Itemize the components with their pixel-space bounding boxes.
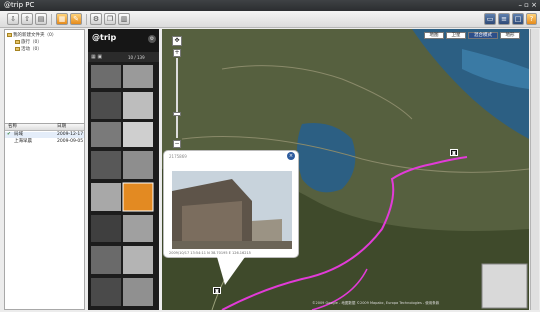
- zoom-out-button[interactable]: −: [173, 140, 181, 148]
- app-title: @trip PC: [4, 1, 35, 9]
- photo-counter: 10 / 139: [128, 55, 145, 60]
- thumbnail[interactable]: [123, 92, 153, 119]
- folder-icon: [15, 46, 20, 51]
- zoom-slider-handle[interactable]: [173, 112, 181, 116]
- thumbnail[interactable]: [123, 246, 153, 274]
- thumbnail[interactable]: [91, 151, 121, 179]
- thumbnail[interactable]: [91, 215, 121, 242]
- map-type-terrain[interactable]: 地形: [500, 32, 520, 39]
- toolbar: ⇩ ⇧ ▤ ▦ ✎ ⚙ ❐ ▥ ▭ ≡ □ ?: [0, 11, 540, 28]
- list-view-icon[interactable]: ≡: [498, 13, 510, 25]
- thumbnail-grid: [91, 65, 154, 306]
- grid-icon[interactable]: ▥: [118, 13, 130, 25]
- folder-tree: 我的新建文件夹（0） 旅行（0） 活动（0）: [5, 30, 84, 122]
- map-type-map[interactable]: 地图: [424, 32, 444, 39]
- trip-logo: @trip: [92, 33, 117, 42]
- view-grid-icon[interactable]: ▦ ▣: [91, 54, 102, 60]
- map-type-hybrid[interactable]: 混合模式: [468, 32, 498, 39]
- window-controls[interactable]: – ▫ ×: [518, 0, 537, 11]
- close-icon[interactable]: ×: [287, 152, 295, 160]
- thumbnail[interactable]: [123, 151, 153, 179]
- check-icon: ✔: [7, 132, 11, 137]
- list-row[interactable]: 上海早晨 2009-09-05: [5, 139, 84, 145]
- thumbnail[interactable]: [91, 122, 121, 147]
- photo-popup: 2175869 × 2009/10/17 13:54:11 N 38.70195…: [163, 150, 299, 258]
- overview-map[interactable]: [481, 263, 528, 309]
- scrollbar[interactable]: [530, 29, 539, 310]
- window-icon[interactable]: ❐: [104, 13, 116, 25]
- thumbnail-strip: @trip ⚙ ▦ ▣ 10 / 139: [88, 29, 159, 310]
- map-icon[interactable]: ▭: [484, 13, 496, 25]
- thumbnail-selected[interactable]: [122, 182, 154, 212]
- folder-icon: [7, 32, 12, 37]
- zoom-slider-track[interactable]: [176, 58, 178, 138]
- folder-icon[interactable]: ▤: [35, 13, 47, 25]
- toolbar-divider: [86, 14, 87, 25]
- strip-controls: ▦ ▣ 10 / 139: [88, 52, 159, 62]
- folder-icon: [15, 39, 20, 44]
- photo-marker-icon[interactable]: ◙: [450, 149, 458, 156]
- list-row[interactable]: ✔ 局域 2009-12-17: [5, 132, 84, 138]
- thumbnail[interactable]: [91, 278, 121, 306]
- pan-icon[interactable]: ✥: [172, 36, 182, 46]
- photo-marker-icon[interactable]: ◙: [213, 287, 221, 294]
- column-name[interactable]: 名称: [8, 124, 17, 130]
- photo-icon[interactable]: ▦: [56, 13, 68, 25]
- thumbnail[interactable]: [91, 183, 121, 211]
- thumbnail[interactable]: [123, 278, 153, 306]
- popup-header: 2175869: [169, 154, 187, 159]
- list-header: 名称 日期: [5, 124, 84, 131]
- tree-item-travel[interactable]: 旅行（0）: [15, 39, 42, 45]
- left-panel: 我的新建文件夹（0） 旅行（0） 活动（0） 名称 日期 ✔ 局域 2009-1…: [4, 29, 85, 310]
- photo-caption: 2009/10/17 13:54:11 N 38.70195 E 126.162…: [169, 251, 251, 255]
- app-window: @trip PC – ▫ × ⇩ ⇧ ▤ ▦ ✎ ⚙ ❐ ▥ ▭ ≡ □ ? 我…: [0, 0, 540, 312]
- tree-item-activity[interactable]: 活动（0）: [15, 46, 42, 52]
- zoom-in-button[interactable]: +: [173, 49, 181, 57]
- thumbnail[interactable]: [91, 92, 121, 119]
- title-bar: @trip PC – ▫ ×: [0, 0, 540, 11]
- gear-icon[interactable]: ⚙: [148, 35, 156, 43]
- thumbnail[interactable]: [91, 246, 121, 274]
- import-icon[interactable]: ⇩: [7, 13, 19, 25]
- fullscreen-icon[interactable]: □: [512, 13, 524, 25]
- thumbnail[interactable]: [91, 65, 121, 88]
- strip-header: @trip ⚙: [88, 29, 159, 52]
- settings-icon[interactable]: ⚙: [90, 13, 102, 25]
- export-icon[interactable]: ⇧: [21, 13, 33, 25]
- thumbnail[interactable]: [123, 65, 153, 88]
- column-date[interactable]: 日期: [57, 124, 66, 130]
- help-icon[interactable]: ?: [526, 13, 537, 25]
- album-list: 名称 日期 ✔ 局域 2009-12-17 上海早晨 2009-09-05: [5, 123, 84, 309]
- tree-root[interactable]: 我的新建文件夹（0）: [7, 32, 56, 38]
- popup-photo[interactable]: [172, 171, 292, 249]
- thumbnail[interactable]: [123, 215, 153, 242]
- map-type-satellite[interactable]: 卫星: [446, 32, 466, 39]
- map-view[interactable]: 地图 卫星 混合模式 地形 ✥ + − 2175869 × 2009/10/17…: [162, 29, 529, 310]
- edit-icon[interactable]: ✎: [70, 13, 82, 25]
- zoom-control: ✥ + −: [170, 36, 184, 156]
- popup-pointer: [217, 257, 245, 285]
- toolbar-divider: [51, 14, 52, 25]
- map-copyright: ©2009 Google - 地图数据 ©2009 Mapabc, Europa…: [312, 301, 440, 305]
- thumbnail[interactable]: [123, 122, 153, 147]
